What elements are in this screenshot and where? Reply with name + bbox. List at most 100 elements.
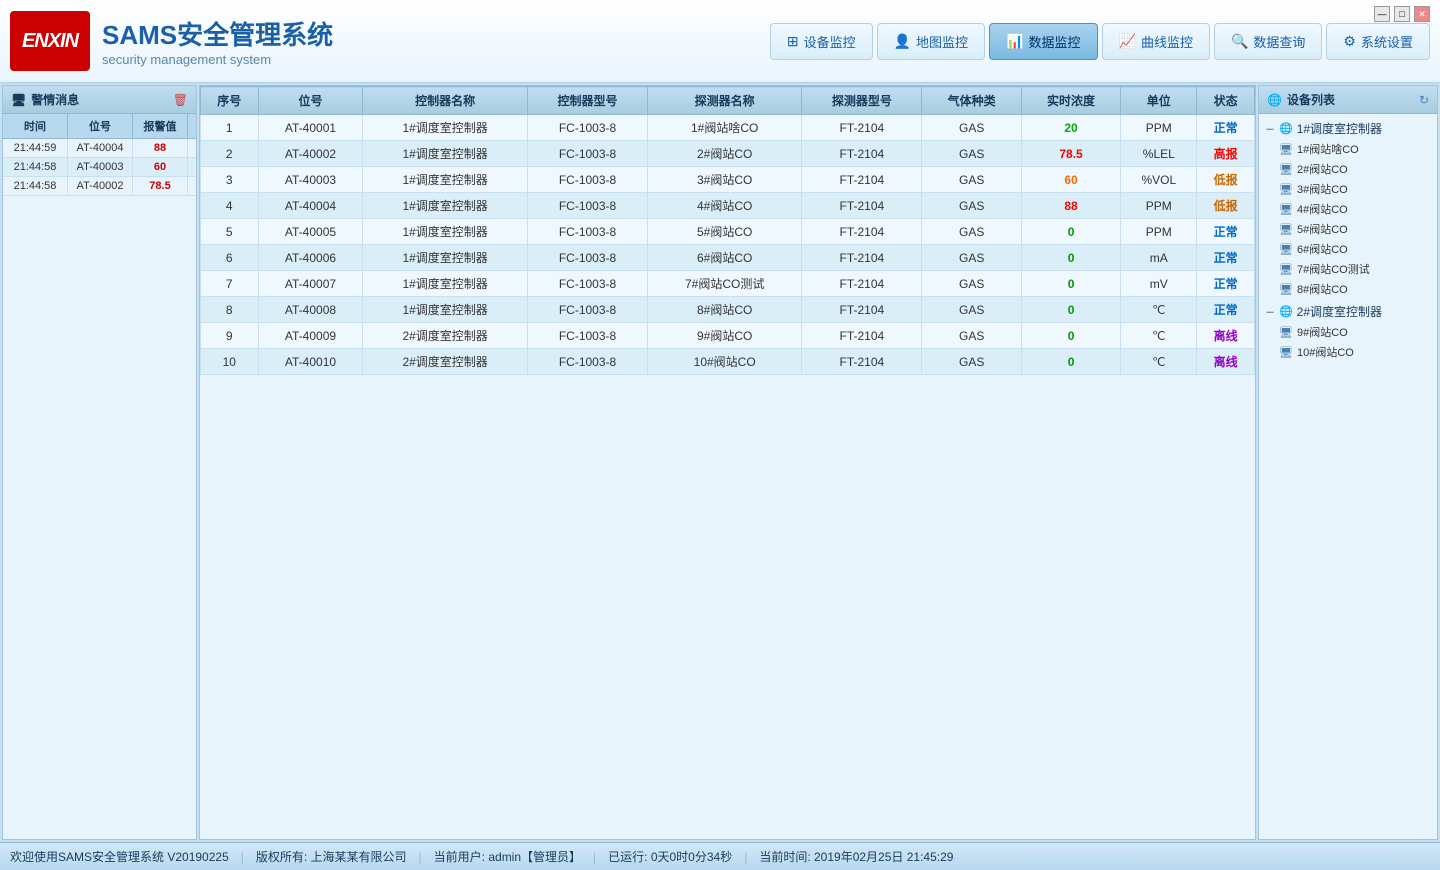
- data-table-head: 序号位号控制器名称控制器型号探测器名称探测器型号气体种类实时浓度单位状态: [201, 87, 1255, 115]
- cell-tag: AT-40003: [258, 167, 363, 193]
- cell-tag: AT-40006: [258, 245, 363, 271]
- cell-seq: 4: [201, 193, 259, 219]
- tree-child-0-3[interactable]: 🖥 4#阀站CO: [1263, 199, 1433, 219]
- nav-btn-地图监控[interactable]: 👤地图监控: [877, 23, 985, 60]
- main-content: 🖥 警情消息 🗑 时间 位号 报警值 21:44:59 AT-40004 88 …: [0, 83, 1440, 842]
- tree-child-0-2[interactable]: 🖥3#阀站CO: [1263, 179, 1433, 199]
- nav-area: ⊞设备监控👤地图监控📊数据监控📈曲线监控 🔍 数据查询 ⚙系统设置: [770, 23, 1430, 60]
- table-row[interactable]: 4AT-400041#调度室控制器FC-1003-84#阀站COFT-2104G…: [201, 193, 1255, 219]
- device-tree: －🌐1#调度室控制器🖥1#阀站啥CO🖥2#阀站CO🖥3#阀站CO🖥4#阀站CO🖥…: [1259, 114, 1437, 839]
- refresh-icon[interactable]: ↻: [1419, 93, 1429, 107]
- sensor-icon: 🖥: [1279, 203, 1293, 216]
- table-row[interactable]: 8AT-400081#调度室控制器FC-1003-88#阀站COFT-2104G…: [201, 297, 1255, 323]
- cell-unit: PPM: [1121, 115, 1197, 141]
- cell-tag: AT-40010: [258, 349, 363, 375]
- cell-det-model: FT-2104: [802, 245, 922, 271]
- table-row[interactable]: 3AT-400031#调度室控制器FC-1003-83#阀站COFT-2104G…: [201, 167, 1255, 193]
- logo-area: ENXIN SAMS安全管理系统 security management sys…: [10, 11, 333, 71]
- cell-det-model: FT-2104: [802, 115, 922, 141]
- cell-conc: 60: [1021, 167, 1120, 193]
- status-copyright: 版权所有: 上海某某有限公司: [256, 848, 407, 865]
- tree-parent-0[interactable]: －🌐1#调度室控制器: [1263, 118, 1433, 139]
- data-table-wrapper[interactable]: 序号位号控制器名称控制器型号探测器名称探测器型号气体种类实时浓度单位状态 1AT…: [200, 86, 1255, 839]
- cell-ctrl-model: FC-1003-8: [527, 115, 647, 141]
- tree-child-0-1[interactable]: 🖥2#阀站CO: [1263, 159, 1433, 179]
- nav-btn-曲线监控[interactable]: 📈曲线监控: [1102, 23, 1210, 60]
- cell-unit: %VOL: [1121, 167, 1197, 193]
- cell-det-model: FT-2104: [802, 323, 922, 349]
- tree-child-0-0[interactable]: 🖥1#阀站啥CO: [1263, 139, 1433, 159]
- cell-det-model: FT-2104: [802, 193, 922, 219]
- tree-child-1-0[interactable]: 🖥 9#阀站CO: [1263, 322, 1433, 342]
- table-row[interactable]: 10AT-400102#调度室控制器FC-1003-810#阀站COFT-210…: [201, 349, 1255, 375]
- cell-det-name: 6#阀站CO: [648, 245, 802, 271]
- tree-child-0-6[interactable]: 🖥7#阀站CO测试: [1263, 259, 1433, 279]
- cell-tag: AT-40004: [258, 193, 363, 219]
- tree-parent-1[interactable]: －🌐2#调度室控制器: [1263, 301, 1433, 322]
- table-row[interactable]: 5AT-400051#调度室控制器FC-1003-85#阀站COFT-2104G…: [201, 219, 1255, 245]
- cell-det-name: 8#阀站CO: [648, 297, 802, 323]
- cell-conc: 0: [1021, 349, 1120, 375]
- nav-btn-系统设置[interactable]: ⚙系统设置: [1326, 23, 1430, 60]
- tree-child-label: 6#阀站CO: [1297, 241, 1348, 257]
- delete-icon[interactable]: 🗑: [173, 93, 188, 107]
- cell-ctrl-model: FC-1003-8: [527, 245, 647, 271]
- logo-box: ENXIN: [10, 11, 90, 71]
- nav-label-4: 数据查询: [1253, 32, 1305, 51]
- cell-seq: 10: [201, 349, 259, 375]
- nav-icon-4: 🔍: [1231, 33, 1248, 50]
- close-button[interactable]: ✕: [1414, 6, 1430, 22]
- nav-btn-数据查询[interactable]: 🔍 数据查询: [1214, 23, 1322, 60]
- cell-det-name: 10#阀站CO: [648, 349, 802, 375]
- maximize-button[interactable]: □: [1394, 6, 1410, 22]
- minimize-button[interactable]: —: [1374, 6, 1390, 22]
- cell-tag: AT-40007: [258, 271, 363, 297]
- tree-child-1-1[interactable]: 🖥10#阀站CO: [1263, 342, 1433, 362]
- collapse-icon: －: [1265, 304, 1275, 319]
- nav-btn-数据监控[interactable]: 📊数据监控: [989, 23, 1097, 60]
- nav-icon-5: ⚙: [1343, 33, 1356, 50]
- cell-det-model: FT-2104: [802, 349, 922, 375]
- nav-icon-3: 📈: [1119, 33, 1136, 50]
- sensor-icon: 🖥: [1279, 223, 1293, 236]
- table-row[interactable]: 6AT-400061#调度室控制器FC-1003-86#阀站COFT-2104G…: [201, 245, 1255, 271]
- tree-child-label: 4#阀站CO: [1297, 201, 1348, 217]
- alarm-rows: 21:44:59 AT-40004 88 21:44:58 AT-40003 6…: [3, 139, 196, 839]
- cell-seq: 9: [201, 323, 259, 349]
- cell-gas: GAS: [922, 349, 1021, 375]
- tree-child-label: 9#阀站CO: [1297, 324, 1348, 340]
- tree-child-0-5[interactable]: 🖥6#阀站CO: [1263, 239, 1433, 259]
- table-row[interactable]: 2AT-400021#调度室控制器FC-1003-82#阀站COFT-2104G…: [201, 141, 1255, 167]
- alarm-col-tag: 位号: [68, 114, 133, 138]
- alarm-table-header: 时间 位号 报警值: [3, 114, 196, 139]
- col-实时浓度: 实时浓度: [1021, 87, 1120, 115]
- tree-child-0-4[interactable]: 🖥5#阀站CO: [1263, 219, 1433, 239]
- cell-gas: GAS: [922, 297, 1021, 323]
- table-row[interactable]: 9AT-400092#调度室控制器FC-1003-89#阀站COFT-2104G…: [201, 323, 1255, 349]
- device-icon: 🌐: [1267, 93, 1282, 107]
- nav-icon-2: 📊: [1006, 33, 1023, 50]
- tree-child-0-7[interactable]: 🖥8#阀站CO: [1263, 279, 1433, 299]
- cell-gas: GAS: [922, 323, 1021, 349]
- title-bar: ENXIN SAMS安全管理系统 security management sys…: [0, 0, 1440, 83]
- cell-conc: 0: [1021, 245, 1120, 271]
- sensor-icon: 🖥: [1279, 326, 1293, 339]
- table-row[interactable]: 1AT-400011#调度室控制器FC-1003-81#阀站啥COFT-2104…: [201, 115, 1255, 141]
- table-row[interactable]: 7AT-400071#调度室控制器FC-1003-87#阀站CO测试FT-210…: [201, 271, 1255, 297]
- sensor-icon: 🖥: [1279, 163, 1293, 176]
- alarm-value: 60: [133, 158, 188, 176]
- tree-child-label: 8#阀站CO: [1297, 281, 1348, 297]
- cell-conc: 20: [1021, 115, 1120, 141]
- cell-det-model: FT-2104: [802, 271, 922, 297]
- alarm-value: 88: [133, 139, 188, 157]
- cell-ctrl-name: 1#调度室控制器: [363, 167, 527, 193]
- col-位号: 位号: [258, 87, 363, 115]
- cell-det-name: 4#阀站CO: [648, 193, 802, 219]
- data-panel: 序号位号控制器名称控制器型号探测器名称探测器型号气体种类实时浓度单位状态 1AT…: [199, 85, 1256, 840]
- nav-btn-设备监控[interactable]: ⊞设备监控: [770, 23, 873, 60]
- cell-status: 正常: [1197, 271, 1255, 297]
- cell-conc: 0: [1021, 297, 1120, 323]
- cell-det-model: FT-2104: [802, 219, 922, 245]
- cell-status: 正常: [1197, 245, 1255, 271]
- nav-icon-0: ⊞: [787, 33, 799, 50]
